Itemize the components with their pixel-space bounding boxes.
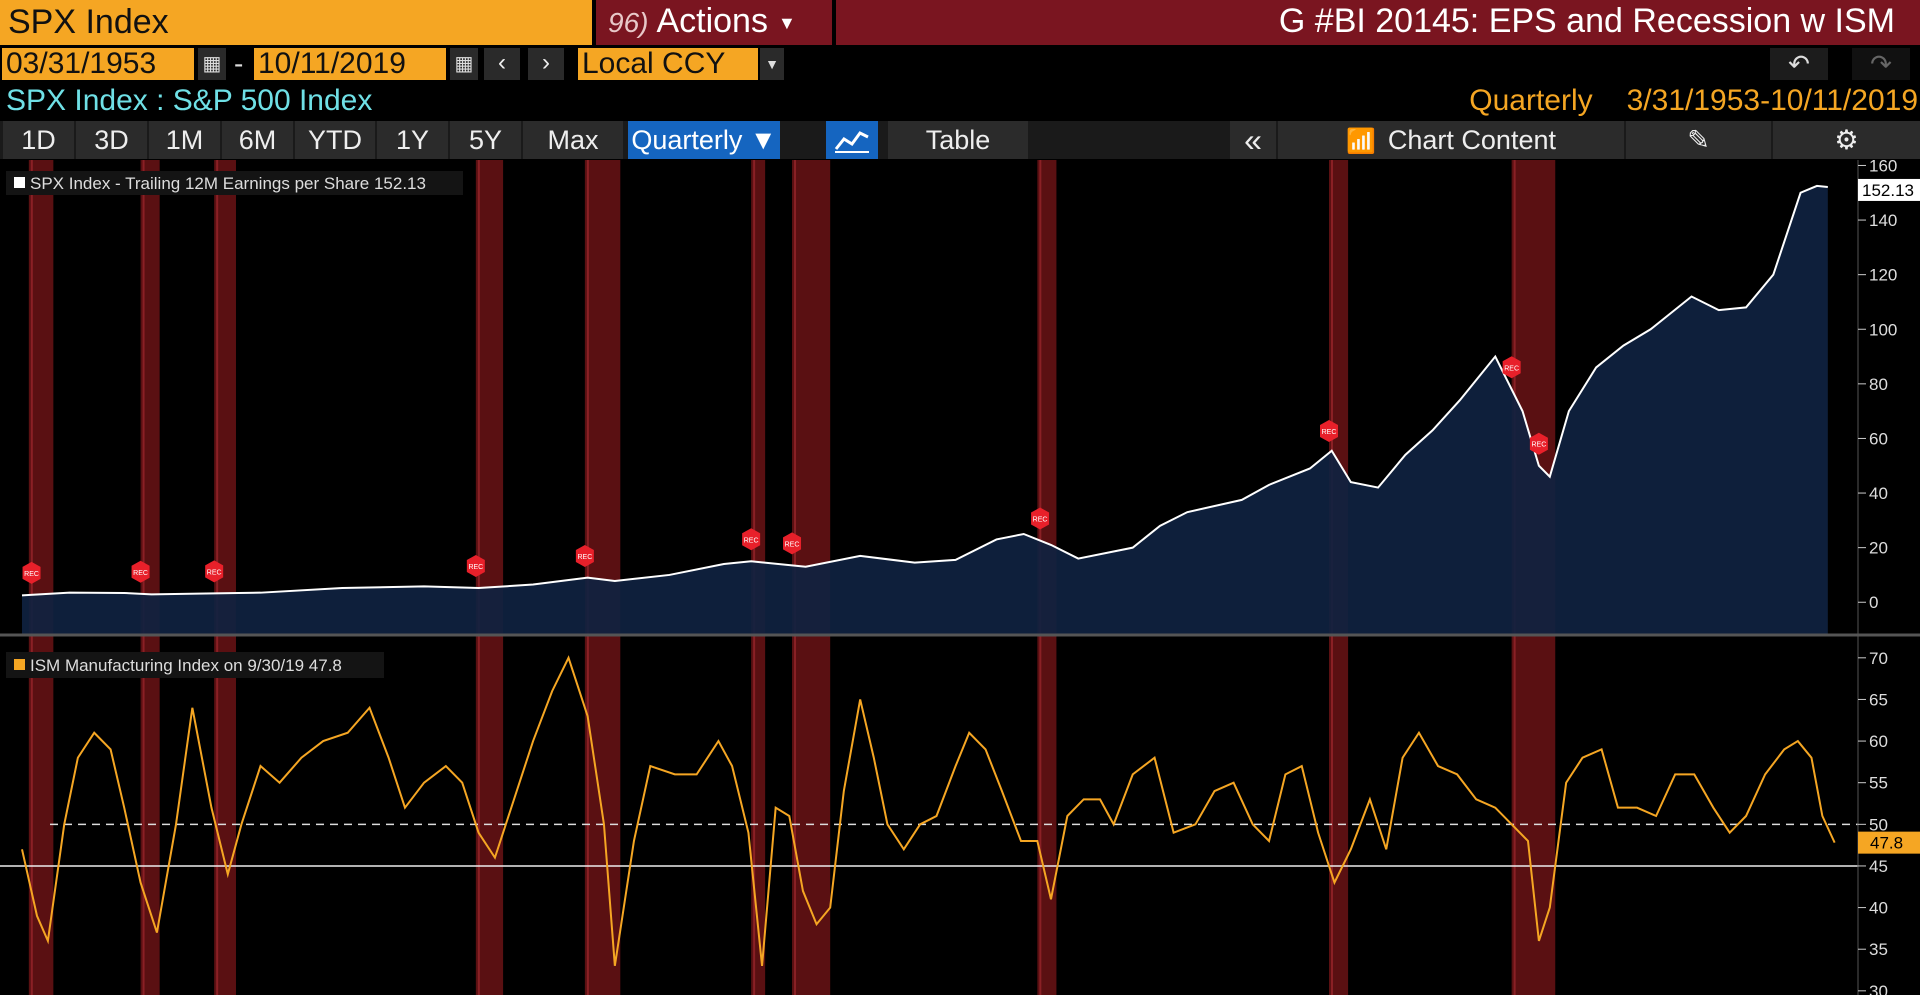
ism-y-tick-label: 50	[1869, 815, 1888, 834]
ism-panel	[0, 655, 1858, 967]
ism-y-tick-label: 55	[1869, 774, 1888, 793]
rec-marker-label: REC	[207, 569, 222, 576]
recession-band	[475, 160, 504, 995]
rec-marker-label: REC	[1033, 517, 1048, 524]
ism-y-tick-label: 45	[1869, 857, 1888, 876]
gear-icon[interactable]: ⚙	[1773, 121, 1920, 159]
ism-y-tick-label: 60	[1869, 732, 1888, 751]
ism-line	[21, 655, 1836, 967]
rec-marker-label: REC	[133, 570, 148, 577]
eps-legend-label: SPX Index - Trailing 12M Earnings per Sh…	[30, 174, 426, 193]
ism-last-value-tag: 47.8	[1858, 831, 1920, 854]
ism-last-value: 47.8	[1870, 834, 1903, 853]
ism-legend: ISM Manufacturing Index on 9/30/19 47.8	[6, 652, 384, 678]
eps-panel: REC REC REC REC REC REC REC REC REC REC REC	[21, 184, 1828, 636]
eps-y-tick-label: 20	[1869, 539, 1888, 558]
rec-marker-label: REC	[785, 541, 800, 548]
eps-y-tick-label: 100	[1869, 320, 1897, 339]
ism-legend-swatch	[14, 659, 25, 670]
ism-y-tick-label: 70	[1869, 649, 1888, 668]
range-button-max[interactable]: Max	[523, 121, 623, 159]
redo-icon[interactable]: ↷	[1852, 48, 1910, 80]
chart-title-bar: G #BI 20145: EPS and Recession w ISM	[836, 0, 1920, 45]
eps-y-tick-label: 160	[1869, 160, 1897, 175]
date-range-label: 3/31/1953-10/11/2019	[1626, 84, 1918, 117]
rec-marker-label: REC	[1322, 429, 1337, 436]
security-ticker-field[interactable]: SPX Index	[0, 0, 592, 45]
range-button-ytd[interactable]: YTD	[295, 121, 375, 159]
y-axis: 160 140 120 100 80 60 40 20 0 70 65 60 55 50 45 40 35 30 1…	[1857, 160, 1920, 995]
range-button-3d[interactable]: 3D	[76, 121, 147, 159]
rec-marker-label: REC	[24, 571, 39, 578]
eps-y-tick-label: 0	[1869, 593, 1878, 612]
chart-toolbar: 1D 3D 1M 6M YTD 1Y 5Y Max Quarterly ▼ Ta…	[0, 121, 1920, 159]
eps-y-tick-label: 60	[1869, 429, 1888, 448]
ism-y-tick-label: 65	[1869, 690, 1888, 709]
end-date-value: 10/11/2019	[258, 47, 406, 80]
actions-label: Actions	[656, 2, 768, 40]
chart-title: G #BI 20145: EPS and Recession w ISM	[1278, 2, 1895, 40]
security-description: SPX Index : S&P 500 Index	[6, 84, 373, 117]
end-date-input[interactable]: 10/11/2019	[254, 48, 446, 80]
range-button-1d[interactable]: 1D	[3, 121, 74, 159]
eps-last-value-tag: 152.13	[1858, 178, 1920, 201]
chevron-down-icon[interactable]: ▼	[760, 48, 784, 80]
eps-y-tick-label: 80	[1869, 375, 1888, 394]
rec-marker-label: REC	[468, 564, 483, 571]
range-button-1y[interactable]: 1Y	[377, 121, 448, 159]
eps-y-tick-label: 120	[1869, 266, 1897, 285]
rec-marker-label: REC	[577, 554, 592, 561]
chart-canvas: REC REC REC REC REC REC REC REC REC REC REC 160 140…	[0, 160, 1920, 995]
ism-y-tick-label: 35	[1869, 940, 1888, 959]
security-ticker-text: SPX Index	[8, 3, 169, 41]
eps-y-tick-label: 140	[1869, 211, 1897, 230]
currency-select[interactable]: Local CCY	[578, 48, 758, 80]
line-chart-glyph	[834, 131, 869, 153]
ism-legend-label: ISM Manufacturing Index on 9/30/19 47.8	[30, 656, 342, 675]
ism-y-tick-label: 40	[1869, 899, 1888, 918]
range-button-5y[interactable]: 5Y	[450, 121, 521, 159]
eps-legend: SPX Index - Trailing 12M Earnings per Sh…	[6, 171, 463, 195]
currency-value: Local CCY	[582, 47, 726, 80]
edit-annotation-icon[interactable]: ✎	[1626, 121, 1771, 159]
frequency-label: Quarterly	[1469, 84, 1593, 117]
frequency-dropdown[interactable]: Quarterly ▼	[628, 121, 780, 159]
undo-icon[interactable]: ↶	[1770, 48, 1828, 80]
chevron-left-icon[interactable]: ‹	[484, 48, 520, 80]
calendar-icon[interactable]: ▦	[450, 48, 478, 80]
range-button-6m[interactable]: 6M	[222, 121, 293, 159]
range-button-1m[interactable]: 1M	[149, 121, 220, 159]
rec-marker-label: REC	[1532, 442, 1547, 449]
eps-last-value: 152.13	[1862, 181, 1914, 200]
chart-content-button[interactable]: 📶 Chart Content	[1278, 121, 1624, 159]
date-separator: -	[234, 48, 244, 79]
period-summary: Quarterly 3/31/1953-10/11/2019	[1469, 84, 1918, 118]
chevron-down-icon: ▼	[777, 13, 796, 34]
start-date-input[interactable]: 03/31/1953	[2, 48, 194, 80]
actions-shortcut-number: 96)	[608, 7, 649, 38]
chart-content-label: Chart Content	[1387, 125, 1556, 155]
eps-area	[22, 185, 1828, 636]
chart-bars-icon: 📶	[1346, 128, 1376, 155]
eps-legend-swatch	[14, 177, 25, 188]
actions-menu-button[interactable]: 96) Actions ▼	[596, 0, 832, 45]
eps-y-tick-label: 40	[1869, 484, 1888, 503]
rec-marker-label: REC	[1504, 365, 1519, 372]
line-chart-icon[interactable]	[826, 121, 878, 159]
collapse-icon[interactable]: «	[1230, 121, 1276, 159]
start-date-value: 03/31/1953	[6, 47, 157, 80]
chevron-right-icon[interactable]: ›	[528, 48, 564, 80]
ism-y-tick-label: 30	[1869, 982, 1888, 995]
calendar-icon[interactable]: ▦	[198, 48, 226, 80]
table-button[interactable]: Table	[888, 121, 1028, 159]
rec-marker-label: REC	[744, 537, 759, 544]
